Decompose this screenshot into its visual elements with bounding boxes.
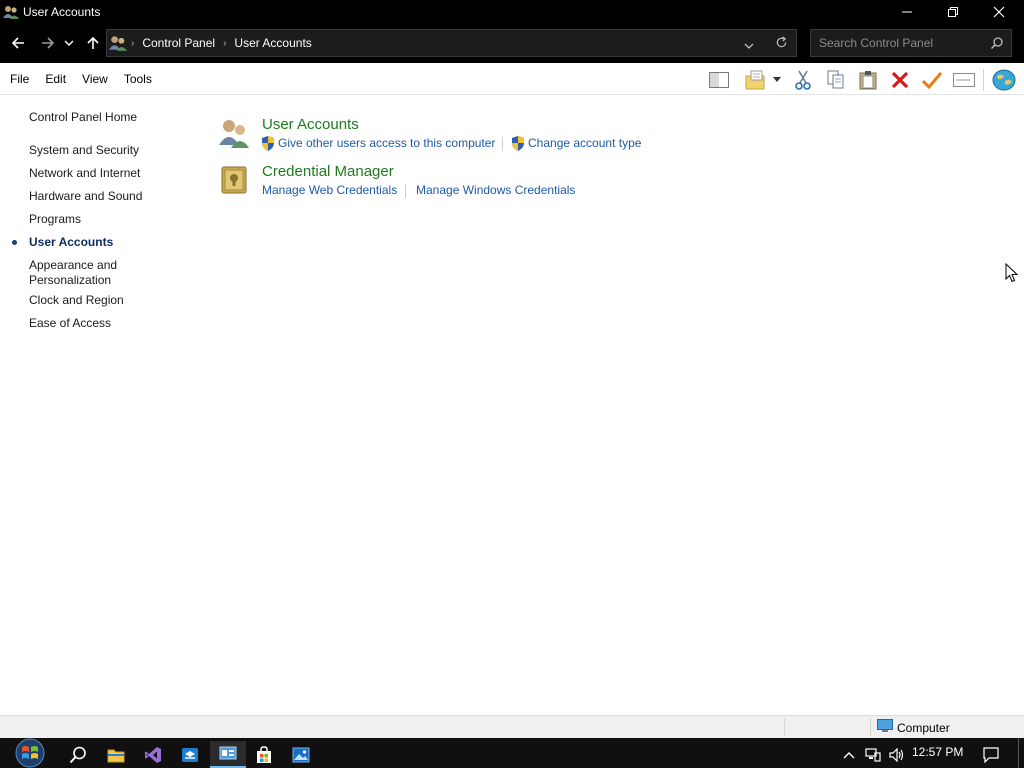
shield-icon <box>261 136 275 151</box>
new-folder-icon[interactable] <box>744 69 766 91</box>
minimize-icon <box>902 11 912 12</box>
give-access-link[interactable]: Give other users access to this computer <box>278 136 495 150</box>
search-taskbar-icon[interactable] <box>60 741 96 768</box>
address-dropdown-icon[interactable] <box>744 39 754 53</box>
shield-icon <box>511 136 525 151</box>
search-box[interactable] <box>810 29 1012 57</box>
sidebar-item-user-accounts[interactable]: User Accounts <box>29 235 113 250</box>
file-explorer-icon[interactable] <box>98 741 134 768</box>
up-arrow-icon <box>87 36 99 49</box>
link-divider <box>405 184 406 198</box>
credential-manager-title[interactable]: Credential Manager <box>262 163 394 180</box>
up-button[interactable] <box>83 33 103 53</box>
status-separator <box>870 718 871 736</box>
clock[interactable]: 12:57 PM <box>912 745 963 759</box>
search-input[interactable] <box>811 30 986 56</box>
status-bar: Computer <box>0 715 1024 738</box>
user-accounts-title[interactable]: User Accounts <box>262 116 359 133</box>
menu-tools[interactable]: Tools <box>124 72 152 86</box>
sidebar-item-system-and-security[interactable]: System and Security <box>29 143 139 158</box>
control-panel-taskbar-icon[interactable] <box>210 741 246 768</box>
user-accounts-icon <box>109 34 127 52</box>
taskbar: 12:57 PM <box>0 738 1024 768</box>
photos-icon[interactable] <box>283 741 319 768</box>
refresh-icon[interactable] <box>775 36 788 52</box>
sidebar-item-hardware-and-sound[interactable]: Hardware and Sound <box>29 189 142 204</box>
globe-icon[interactable] <box>991 69 1017 91</box>
network-icon[interactable] <box>862 741 884 768</box>
show-desktop-button[interactable] <box>1018 738 1024 768</box>
mouse-cursor-icon <box>1005 262 1019 286</box>
sidebar-item-appearance-and-personalization[interactable]: Appearance and Personalization <box>29 258 139 288</box>
address-bar[interactable]: › Control Panel › User Accounts <box>106 29 797 57</box>
breadcrumb-user-accounts[interactable]: User Accounts <box>234 36 311 50</box>
link-divider <box>502 137 503 151</box>
dropdown-arrow-icon[interactable] <box>770 69 784 91</box>
back-arrow-icon <box>11 37 24 49</box>
visual-studio-icon[interactable] <box>135 741 171 768</box>
back-button[interactable] <box>8 33 28 53</box>
breadcrumb: › Control Panel › User Accounts <box>131 30 312 56</box>
breadcrumb-separator-icon: › <box>131 37 135 49</box>
start-button[interactable] <box>10 738 50 768</box>
checkmark-icon[interactable] <box>921 69 943 91</box>
title-bar: User Accounts <box>0 0 1024 23</box>
close-button[interactable] <box>976 0 1022 23</box>
current-item-bullet-icon <box>12 240 17 245</box>
sidebar-item-programs[interactable]: Programs <box>29 212 81 227</box>
minimize-button[interactable] <box>884 0 930 23</box>
user-accounts-icon <box>3 4 19 20</box>
sidebar-item-network-and-internet[interactable]: Network and Internet <box>29 166 140 181</box>
computer-icon <box>877 719 893 736</box>
package-app-icon[interactable] <box>172 741 208 768</box>
restore-button[interactable] <box>930 0 976 23</box>
paste-icon[interactable] <box>857 69 879 91</box>
copy-icon[interactable] <box>825 69 847 91</box>
cut-icon[interactable] <box>792 69 814 91</box>
breadcrumb-separator-icon: › <box>223 37 227 49</box>
status-location: Computer <box>877 719 950 736</box>
manage-web-credentials-link[interactable]: Manage Web Credentials <box>262 183 397 197</box>
store-icon[interactable] <box>246 741 282 768</box>
sidebar-item-ease-of-access[interactable]: Ease of Access <box>29 316 111 331</box>
sidebar-item-control-panel-home[interactable]: Control Panel Home <box>29 110 137 125</box>
rename-icon[interactable] <box>953 69 975 91</box>
menu-bar: File Edit View Tools <box>0 63 1024 95</box>
search-icon[interactable] <box>990 37 1003 52</box>
volume-icon[interactable] <box>886 741 908 768</box>
window-title: User Accounts <box>23 4 101 19</box>
restore-icon <box>948 6 958 17</box>
notifications-icon[interactable] <box>978 741 1004 768</box>
status-separator <box>784 718 785 736</box>
delete-icon[interactable] <box>889 69 911 91</box>
close-icon <box>993 6 1005 17</box>
forward-arrow-icon <box>42 37 55 49</box>
toolbar-divider <box>983 69 984 91</box>
manage-windows-credentials-link[interactable]: Manage Windows Credentials <box>416 183 575 197</box>
user-accounts-icon[interactable] <box>218 117 250 149</box>
chevron-down-icon <box>64 40 74 46</box>
sidebar-item-clock-and-region[interactable]: Clock and Region <box>29 293 124 308</box>
windows-logo-icon <box>15 738 45 768</box>
credential-manager-icon[interactable] <box>219 164 251 196</box>
forward-button[interactable] <box>38 33 58 53</box>
change-account-type-link[interactable]: Change account type <box>528 136 641 150</box>
menu-edit[interactable]: Edit <box>45 72 66 86</box>
chevron-up-icon[interactable] <box>838 741 860 768</box>
menu-view[interactable]: View <box>82 72 108 86</box>
status-location-label: Computer <box>897 720 950 735</box>
recent-locations-button[interactable] <box>62 33 76 53</box>
menu-file[interactable]: File <box>10 72 29 86</box>
breadcrumb-control-panel[interactable]: Control Panel <box>142 36 215 50</box>
preview-pane-icon[interactable] <box>708 69 730 91</box>
